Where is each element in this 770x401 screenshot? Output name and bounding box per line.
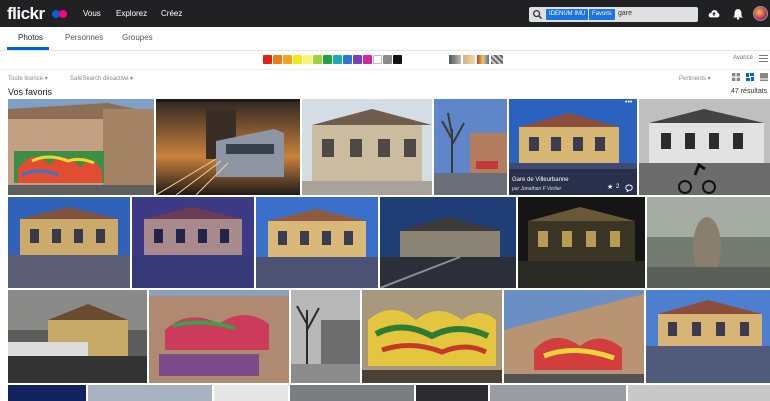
color-swatch[interactable] xyxy=(303,55,312,64)
large-view-icon[interactable] xyxy=(760,73,768,81)
fave-count: 2 xyxy=(616,184,620,190)
photo-tile[interactable] xyxy=(518,197,645,288)
nav-you[interactable]: Vous xyxy=(83,9,101,18)
flickr-dots-logo xyxy=(52,10,68,18)
user-avatar[interactable] xyxy=(753,6,768,21)
flickr-search-page: flickr Vous Explorez Créez IDENUM IMU Fa… xyxy=(0,0,770,401)
active-tab-indicator xyxy=(7,47,49,50)
search-filter-tag-idenum[interactable]: IDENUM IMU xyxy=(546,9,589,20)
nav-explore[interactable]: Explorez xyxy=(116,9,147,18)
photo-tile[interactable] xyxy=(628,385,770,401)
license-filter-dropdown[interactable]: Toute licence ▾ xyxy=(8,75,48,82)
photo-tile[interactable] xyxy=(646,290,770,383)
photo-tile-hovered[interactable]: Gare de Villeurbanne par Jonathan F Verl… xyxy=(509,99,637,195)
tab-photos[interactable]: Photos xyxy=(18,33,43,42)
photo-author[interactable]: par Jonathan F Verlier xyxy=(512,186,561,192)
nav-create[interactable]: Créez xyxy=(161,9,182,18)
filter-row: Toute licence ▾ SafeSearch désactivé ▾ P… xyxy=(0,69,770,85)
sort-dropdown[interactable]: Pertinents ▾ xyxy=(679,75,711,82)
photo-tile[interactable] xyxy=(639,99,770,195)
photo-tile[interactable] xyxy=(256,197,378,288)
more-options-icon[interactable]: ••• xyxy=(625,99,632,106)
search-input[interactable]: gare xyxy=(618,10,632,17)
photo-tile[interactable] xyxy=(149,290,289,383)
color-swatch[interactable] xyxy=(263,55,272,64)
tab-people[interactable]: Personnes xyxy=(65,33,103,42)
photo-title[interactable]: Gare de Villeurbanne xyxy=(512,177,569,183)
color-swatch[interactable] xyxy=(363,55,372,64)
photo-tile[interactable] xyxy=(362,290,502,383)
style-filter-thumbs xyxy=(449,55,503,64)
photo-tile[interactable] xyxy=(490,385,626,401)
photo-tile[interactable] xyxy=(416,385,488,401)
color-swatch[interactable] xyxy=(293,55,302,64)
patterns-filter[interactable] xyxy=(491,55,503,64)
advanced-menu-icon[interactable] xyxy=(759,55,768,62)
color-swatch[interactable] xyxy=(343,55,352,64)
upload-icon[interactable] xyxy=(708,8,720,20)
photo-tile[interactable] xyxy=(214,385,288,401)
photo-tile[interactable] xyxy=(290,385,414,401)
gallery-title: Vos favoris xyxy=(8,87,53,97)
color-filter-swatches xyxy=(263,55,402,65)
shallow-depth-filter[interactable] xyxy=(463,55,475,64)
photo-tile[interactable] xyxy=(8,197,130,288)
search-icon[interactable] xyxy=(532,9,543,20)
photo-tile[interactable] xyxy=(291,290,360,383)
photo-tile[interactable] xyxy=(8,385,86,401)
tab-groups[interactable]: Groupes xyxy=(122,33,153,42)
color-swatch[interactable] xyxy=(283,55,292,64)
photo-tile[interactable] xyxy=(434,99,507,195)
color-swatch[interactable] xyxy=(393,55,402,64)
search-bar[interactable]: IDENUM IMU Favoris gare xyxy=(529,7,698,22)
color-swatch[interactable] xyxy=(353,55,362,64)
photo-tile[interactable] xyxy=(647,197,770,288)
advanced-search-link[interactable]: Avancé xyxy=(733,55,753,61)
color-swatch[interactable] xyxy=(313,55,322,64)
photo-tile[interactable] xyxy=(88,385,212,401)
flickr-logo[interactable]: flickr xyxy=(7,4,45,24)
notifications-bell-icon[interactable] xyxy=(732,8,744,20)
color-swatch[interactable] xyxy=(273,55,282,64)
minimalist-filter[interactable] xyxy=(477,55,489,64)
safesearch-dropdown[interactable]: SafeSearch désactivé ▾ xyxy=(70,75,133,82)
justified-view-icon[interactable] xyxy=(746,73,754,81)
photo-tile[interactable] xyxy=(8,99,154,195)
results-count: 47 résultats xyxy=(731,88,768,95)
color-swatch[interactable] xyxy=(323,55,332,64)
photo-tile[interactable] xyxy=(8,290,147,383)
color-swatch[interactable] xyxy=(373,55,382,64)
search-filter-tag-favoris[interactable]: Favoris xyxy=(589,9,615,20)
top-navigation-bar: flickr Vous Explorez Créez IDENUM IMU Fa… xyxy=(0,0,770,27)
photo-tile[interactable] xyxy=(504,290,644,383)
photo-tile[interactable] xyxy=(156,99,300,195)
photo-tile[interactable] xyxy=(380,197,516,288)
photo-tile[interactable] xyxy=(302,99,432,195)
search-type-tabs: Photos Personnes Groupes xyxy=(0,27,770,51)
photo-tile[interactable] xyxy=(132,197,254,288)
comment-icon[interactable] xyxy=(625,184,633,192)
fave-star-icon[interactable]: ★ xyxy=(607,183,613,191)
color-swatch[interactable] xyxy=(333,55,342,64)
color-swatch[interactable] xyxy=(383,55,392,64)
grid-view-icon[interactable] xyxy=(732,73,740,81)
black-and-white-filter[interactable] xyxy=(449,55,461,64)
